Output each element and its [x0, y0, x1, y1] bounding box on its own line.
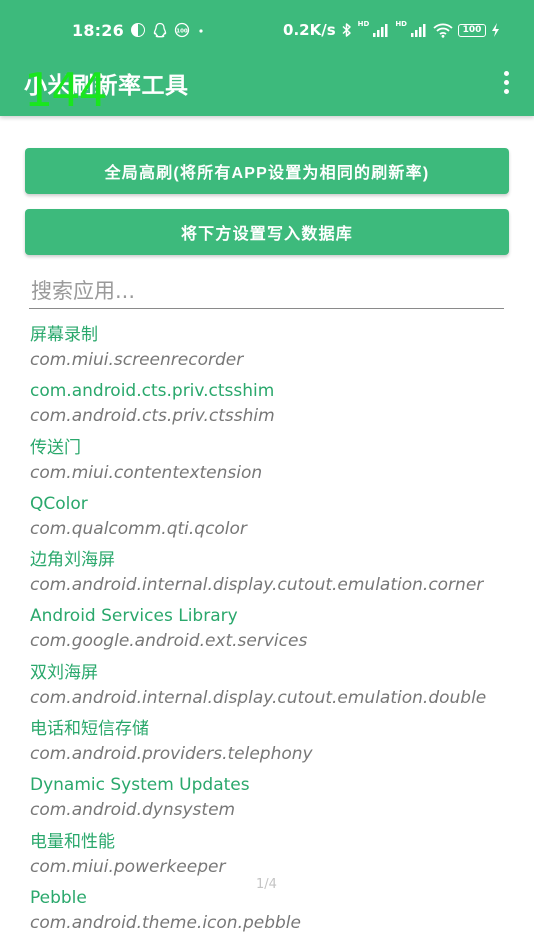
app-name: Android Services Library — [30, 606, 238, 627]
header: 18:26 100 0.2K/s HD HD 100 小米刷新率工具 144 — [0, 0, 534, 116]
app-package: com.qualcomm.qti.qcolor — [30, 518, 247, 539]
app-package: com.miui.screenrecorder — [30, 350, 244, 370]
app-name: 屏幕录制 — [30, 325, 98, 345]
app-name: 电话和短信存储 — [30, 719, 149, 740]
app-name: Dynamic System Updates — [30, 775, 250, 796]
list-item[interactable]: 边角刘海屏 com.android.internal.display.cutout… — [30, 547, 520, 603]
hd-label-1: HD — [357, 20, 370, 28]
app-name: 传送门 — [30, 437, 81, 458]
app-package: com.android.dynsystem — [30, 800, 236, 821]
search-input[interactable] — [29, 276, 508, 306]
menu-dot — [503, 79, 509, 85]
app-name: 边角刘海屏 — [30, 550, 115, 571]
dot-icon — [196, 22, 206, 38]
write-database-button[interactable]: 将下方设置写入数据库 — [25, 209, 509, 255]
penguin-icon — [152, 22, 168, 38]
status-bar: 18:26 100 0.2K/s HD HD 100 — [0, 0, 534, 58]
status-left: 18:26 100 — [72, 20, 206, 40]
app-package: com.google.android.ext.services — [30, 631, 308, 652]
list-item[interactable]: 屏幕录制 com.miui.screenrecorder — [30, 322, 520, 378]
app-name: com.android.cts.priv.ctsshim — [30, 381, 275, 402]
app-name: 双刘海屏 — [30, 662, 98, 683]
battery-icon: 100 — [458, 23, 486, 37]
app-name: QColor — [30, 493, 88, 514]
list-item[interactable]: 传送门 com.miui.contentextension — [30, 435, 520, 491]
more-vertical-icon[interactable] — [496, 68, 516, 96]
app-bar: 小米刷新率工具 144 — [0, 58, 534, 116]
menu-dot — [503, 88, 509, 94]
svg-text:100: 100 — [176, 28, 188, 34]
app-package: com.miui.powerkeeper — [30, 856, 226, 877]
list-item[interactable]: 电话和短信存储 com.android.providers.telephony — [30, 716, 520, 772]
bluetooth-icon — [341, 22, 353, 38]
fps-overlay: 144 — [24, 63, 108, 117]
page-indicator: 1/4 — [256, 877, 277, 892]
app-package: com.android.theme.icon.pebble — [30, 912, 301, 933]
wifi-icon — [433, 22, 453, 38]
list-item[interactable]: 双刘海屏 com.android.internal.display.cutout.… — [30, 660, 520, 716]
signal-icon-2 — [410, 22, 428, 38]
list-item[interactable]: QColor com.qualcomm.qti.qcolor — [30, 491, 520, 547]
app-package: com.android.cts.priv.ctsshim — [30, 406, 275, 427]
status-time: 18:26 — [72, 20, 124, 40]
search-field — [29, 276, 508, 309]
app-package: com.android.providers.telephony — [30, 744, 313, 765]
app-list: 屏幕录制 com.miui.screenrecorder com.android.c… — [30, 322, 520, 941]
app-package: com.android.internal.display.cutout.emul… — [30, 575, 484, 596]
app-name: 电量和性能 — [30, 831, 115, 852]
app-package: com.miui.contentextension — [30, 462, 263, 483]
circle-badge-icon — [130, 22, 146, 38]
list-item[interactable]: Pebble com.android.theme.icon.pebble — [30, 885, 520, 941]
net-speed: 0.2K/s — [283, 21, 336, 39]
list-item[interactable]: Android Services Library com.google.andro… — [30, 603, 520, 659]
signal-icon — [372, 22, 390, 38]
hd-label-2: HD — [395, 20, 407, 28]
app-package: com.android.internal.display.cutout.emul… — [30, 687, 487, 708]
menu-dot — [503, 70, 509, 76]
charging-icon — [491, 22, 500, 38]
list-item[interactable]: com.android.cts.priv.ctsshim com.android.… — [30, 378, 520, 434]
screen: 18:26 100 0.2K/s HD HD 100 小米刷新率工具 144 全… — [0, 0, 534, 949]
list-item[interactable]: Dynamic System Updates com.android.dynsys… — [30, 772, 520, 828]
global-high-refresh-button[interactable]: 全局高刷(将所有APP设置为相同的刷新率) — [25, 148, 509, 194]
percent-badge-icon: 100 — [174, 22, 190, 38]
status-right: 0.2K/s HD HD 100 — [283, 20, 500, 40]
